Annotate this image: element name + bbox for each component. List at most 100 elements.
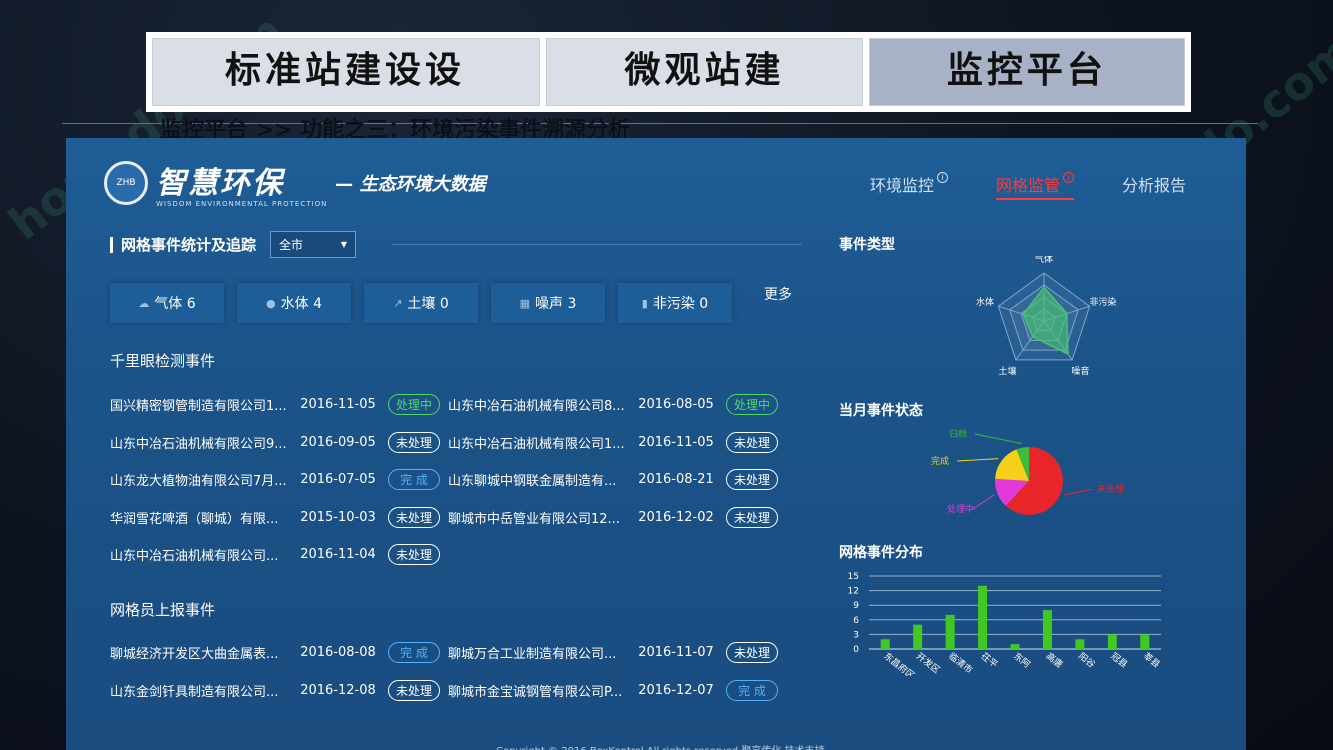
section-title: 网格事件统计及追踪 — [110, 234, 256, 255]
event-date: 2016-08-05 — [638, 397, 714, 413]
event-item[interactable]: 聊城市金宝诚钢管有限公司P... 2016-12-07 完 成 — [448, 679, 786, 701]
category-non-pollution[interactable]: ▮ 非污染 0 — [618, 283, 732, 323]
top-nav: 环境监控 i 网格监管 i 分析报告 — [870, 172, 1186, 200]
y-tick-label: 12 — [848, 587, 859, 597]
status-badge[interactable]: 未处理 — [726, 431, 778, 453]
tab-monitor-platform[interactable]: 监控平台 — [868, 38, 1185, 106]
radar-label: 非污染 — [1089, 296, 1116, 308]
event-item[interactable]: 聊城市中岳管业有限公司12... 2016-12-02 未处理 — [448, 506, 786, 528]
logo-subtitle: WISDOM ENVIRONMENTAL PROTECTION — [156, 200, 328, 208]
event-name[interactable]: 山东中冶石油机械有限公司1... — [448, 433, 628, 452]
event-item[interactable]: 山东聊城中钢联金属制造有... 2016-08-21 未处理 — [448, 469, 786, 491]
x-tick-label: 冠县 — [1108, 651, 1129, 671]
city-select[interactable]: 全市 ▼ — [270, 231, 356, 258]
bar — [1010, 644, 1020, 649]
bar — [913, 624, 923, 649]
event-name[interactable]: 山东中冶石油机械有限公司8... — [448, 395, 628, 414]
bar — [1107, 634, 1117, 649]
event-date: 2016-11-05 — [638, 434, 714, 450]
event-item[interactable]: 山东龙大植物油有限公司7月... 2016-07-05 完 成 — [110, 469, 448, 491]
event-date: 2016-11-07 — [638, 645, 714, 661]
pie-leader — [956, 458, 999, 462]
event-item[interactable]: 聊城万合工业制造有限公司... 2016-11-07 未处理 — [448, 642, 786, 664]
category-noise[interactable]: ▦ 噪声 3 — [491, 283, 605, 323]
event-name[interactable]: 山东聊城中钢联金属制造有... — [448, 470, 628, 489]
event-name[interactable]: 山东金剑钎具制造有限公司... — [110, 681, 290, 700]
event-name[interactable]: 聊城市中岳管业有限公司12... — [448, 508, 628, 527]
logo: ZHB 智慧环保 WISDOM ENVIRONMENTAL PROTECTION… — [104, 158, 486, 208]
status-badge[interactable]: 未处理 — [726, 642, 778, 664]
event-date: 2016-11-05 — [300, 397, 376, 413]
event-item[interactable]: 山东金剑钎具制造有限公司... 2016-12-08 未处理 — [110, 679, 448, 701]
radar-label: 气体 — [1035, 256, 1053, 265]
status-badge[interactable]: 完 成 — [388, 642, 440, 664]
event-row: 国兴精密钢管制造有限公司1... 2016-11-05 处理中 山东中冶石油机械有限公… — [110, 386, 810, 424]
status-badge[interactable]: 未处理 — [726, 469, 778, 491]
x-tick-label: 莘县 — [1141, 650, 1163, 671]
x-tick-label: 东昌府区 — [881, 650, 917, 676]
bar — [978, 585, 988, 649]
event-item[interactable]: 华润雪花啤酒（聊城）有限... 2015-10-03 未处理 — [110, 506, 448, 528]
event-name[interactable]: 华润雪花啤酒（聊城）有限... — [110, 508, 290, 527]
category-water[interactable]: ● 水体 4 — [237, 283, 351, 323]
status-badge[interactable]: 未处理 — [388, 431, 440, 453]
category-soil[interactable]: ↗ 土壤 0 — [364, 283, 478, 323]
event-row: 山东龙大植物油有限公司7月... 2016-07-05 完 成山东聊城中钢联金属制造… — [110, 461, 810, 499]
event-item[interactable]: 山东中冶石油机械有限公司... 2016-11-04 未处理 — [110, 544, 448, 566]
event-name[interactable]: 山东中冶石油机械有限公司... — [110, 545, 290, 564]
pie-leader — [972, 494, 994, 510]
logo-slogan: — 生态环境大数据 — [335, 174, 486, 195]
nav-analysis-report[interactable]: 分析报告 — [1122, 172, 1186, 200]
qianliyan-list: 国兴精密钢管制造有限公司1... 2016-11-05 处理中 山东中冶石油机械有限公… — [110, 386, 810, 574]
category-buttons: ☁ 气体 6 ● 水体 4 ↗ 土壤 0 ▦ 噪声 3 ▮ 非污染 0 — [110, 283, 732, 323]
event-item[interactable]: 山东中冶石油机械有限公司1... 2016-11-05 未处理 — [448, 431, 786, 453]
event-row: 山东中冶石油机械有限公司... 2016-11-04 未处理 — [110, 536, 810, 574]
bar — [1075, 639, 1085, 649]
gridman-title: 网格员上报事件 — [110, 601, 216, 619]
status-badge[interactable]: 未处理 — [388, 544, 440, 566]
bar — [1140, 634, 1150, 649]
event-name[interactable]: 聊城经济开发区大曲金属表... — [110, 643, 290, 662]
event-item[interactable]: 国兴精密钢管制造有限公司1... 2016-11-05 处理中 — [110, 394, 448, 416]
event-date: 2016-08-21 — [638, 472, 714, 488]
event-row: 聊城经济开发区大曲金属表... 2016-08-08 完 成聊城万合工业制造有限公司… — [110, 634, 810, 672]
radar-label: 噪音 — [1071, 365, 1089, 377]
bar — [945, 614, 955, 649]
event-item[interactable]: 聊城经济开发区大曲金属表... 2016-08-08 完 成 — [110, 642, 448, 664]
status-badge[interactable]: 处理中 — [726, 394, 778, 416]
chevron-down-icon: ▼ — [340, 240, 347, 249]
copyright: Copyright © 2016 BoxKontrol All rights r… — [496, 742, 825, 750]
status-badge[interactable]: 完 成 — [388, 469, 440, 491]
x-tick-label: 高唐 — [1044, 650, 1066, 671]
event-name[interactable]: 国兴精密钢管制造有限公司1... — [110, 395, 290, 414]
event-date: 2016-12-07 — [638, 682, 714, 698]
qianliyan-title: 千里眼检测事件 — [110, 352, 216, 370]
nav-env-monitor[interactable]: 环境监控 i — [870, 172, 948, 200]
status-badge[interactable]: 未处理 — [726, 506, 778, 528]
status-badge[interactable]: 未处理 — [388, 679, 440, 701]
nav-grid-supervision[interactable]: 网格监管 i — [995, 172, 1074, 200]
status-badge[interactable]: 未处理 — [388, 506, 440, 528]
more-link[interactable]: 更多 — [764, 284, 792, 304]
dashboard-screenshot: ZHB 智慧环保 WISDOM ENVIRONMENTAL PROTECTION… — [66, 138, 1246, 750]
event-item[interactable]: 山东中冶石油机械有限公司8... 2016-08-05 处理中 — [448, 394, 786, 416]
event-name[interactable]: 聊城市金宝诚钢管有限公司P... — [448, 681, 628, 700]
trash-icon: ▮ — [641, 296, 648, 310]
pie-label: 归档 — [949, 428, 967, 440]
grid-icon: ▦ — [519, 296, 531, 310]
event-name[interactable]: 山东龙大植物油有限公司7月... — [110, 470, 290, 489]
event-name[interactable]: 山东中冶石油机械有限公司9... — [110, 433, 290, 452]
status-badge[interactable]: 完 成 — [726, 679, 778, 701]
tab-micro-station[interactable]: 微观站建 — [546, 38, 863, 106]
event-item[interactable]: 山东中冶石油机械有限公司9... 2016-09-05 未处理 — [110, 431, 448, 453]
event-name[interactable]: 聊城万合工业制造有限公司... — [448, 643, 628, 662]
tab-standard-station[interactable]: 标准站建设设 — [152, 38, 541, 106]
y-tick-label: 15 — [848, 572, 859, 582]
status-badge[interactable]: 处理中 — [388, 394, 440, 416]
event-type-title: 事件类型 — [839, 237, 895, 253]
pie-chart: 未处理处理中 完成 归档 — [931, 428, 1124, 515]
category-gas[interactable]: ☁ 气体 6 — [110, 283, 224, 323]
month-status-title: 当月事件状态 — [839, 403, 923, 419]
pie-leader — [974, 433, 1022, 445]
radar-label: 水体 — [976, 296, 994, 308]
